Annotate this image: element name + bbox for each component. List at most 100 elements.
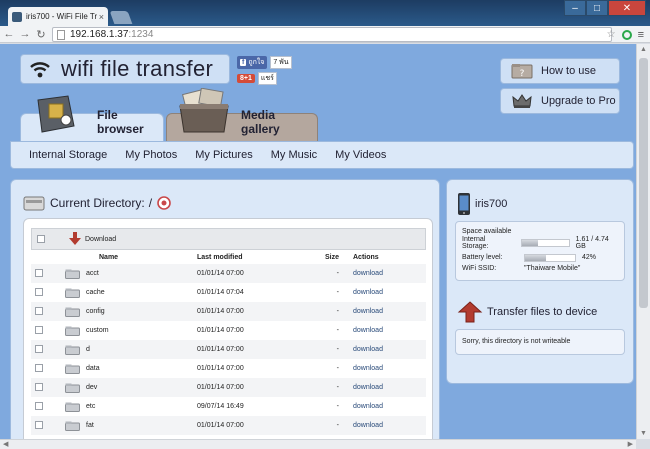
file-name[interactable]: fat xyxy=(86,422,94,429)
browser-tab[interactable]: iris700 - WiFi File Transfe × xyxy=(8,7,108,26)
file-name[interactable]: dev xyxy=(86,384,97,391)
wifi-icon xyxy=(30,62,50,78)
file-name[interactable]: etc xyxy=(86,403,95,410)
table-body: acct 01/01/14 07:00 - download cache 01/01/14… xyxy=(31,264,426,435)
folder-icon xyxy=(65,402,80,412)
scroll-down-icon[interactable]: ▼ xyxy=(640,430,647,437)
download-link[interactable]: download xyxy=(353,327,383,334)
scroll-right-icon[interactable]: ▶ xyxy=(628,440,633,448)
file-modified: 01/01/14 07:00 xyxy=(197,327,244,334)
folder-icon xyxy=(65,288,80,298)
row-checkbox[interactable] xyxy=(35,306,43,315)
file-size: - xyxy=(336,289,339,296)
download-link[interactable]: download xyxy=(353,308,383,315)
url-host: 192.168.1.37 xyxy=(70,29,129,40)
back-icon[interactable]: ← xyxy=(2,28,16,40)
download-button[interactable]: Download xyxy=(69,232,116,246)
row-checkbox[interactable] xyxy=(35,401,43,410)
table-row[interactable]: custom 01/01/14 07:00 - download xyxy=(31,321,426,340)
download-link[interactable]: download xyxy=(353,289,383,296)
upgrade-to-pro-button[interactable]: Upgrade to Pro xyxy=(500,88,620,114)
horizontal-scrollbar[interactable]: ◀ ▶ xyxy=(0,439,636,449)
file-name[interactable]: data xyxy=(86,365,100,372)
close-tab-icon[interactable]: × xyxy=(99,12,104,22)
device-panel: iris700 Space available Internal Storage… xyxy=(446,179,634,384)
table-row[interactable]: cache 01/01/14 07:04 - download xyxy=(31,283,426,302)
row-checkbox[interactable] xyxy=(35,363,43,372)
browser-menu-icon[interactable]: ≡ xyxy=(638,29,644,41)
bookmark-star-icon[interactable]: ☆ xyxy=(607,29,616,40)
table-toolbar: Download xyxy=(31,228,426,250)
maximize-button[interactable]: □ xyxy=(586,0,608,16)
minimize-button[interactable]: – xyxy=(564,0,586,16)
folder-help-icon: ? xyxy=(511,64,533,79)
download-link[interactable]: download xyxy=(353,365,383,372)
google-plus-share[interactable]: แชร์ xyxy=(257,72,277,85)
address-bar[interactable]: 192.168.1.37:1234 xyxy=(52,27,612,42)
refresh-icon[interactable] xyxy=(157,196,171,210)
file-size: - xyxy=(336,403,339,410)
download-link[interactable]: download xyxy=(353,346,383,353)
vertical-scrollbar[interactable]: ▲ ▼ xyxy=(636,44,650,439)
scroll-up-icon[interactable]: ▲ xyxy=(640,46,647,53)
row-checkbox[interactable] xyxy=(35,382,43,391)
facebook-icon: f xyxy=(240,59,247,66)
download-link[interactable]: download xyxy=(353,422,383,429)
file-size: - xyxy=(336,365,339,372)
subnav-my-music[interactable]: My Music xyxy=(271,149,317,161)
file-name[interactable]: custom xyxy=(86,327,109,334)
row-checkbox[interactable] xyxy=(35,344,43,353)
table-row[interactable]: fat 01/01/14 07:00 - download xyxy=(31,416,426,435)
google-plus-button[interactable]: 8+1 xyxy=(237,74,255,83)
col-size[interactable]: Size xyxy=(297,254,345,261)
forward-icon[interactable]: → xyxy=(18,28,32,40)
row-checkbox[interactable] xyxy=(35,325,43,334)
download-link[interactable]: download xyxy=(353,270,383,277)
select-all-checkbox[interactable] xyxy=(37,235,45,243)
file-name[interactable]: d xyxy=(86,346,90,353)
how-to-use-button[interactable]: ? How to use xyxy=(500,58,620,84)
file-browser-panel: Current Directory: / Download Name Last … xyxy=(10,179,440,439)
row-checkbox[interactable] xyxy=(35,420,43,429)
reload-icon[interactable]: ↻ xyxy=(34,28,48,41)
col-name[interactable]: Name xyxy=(65,254,197,261)
table-row[interactable]: data 01/01/14 07:00 - download xyxy=(31,359,426,378)
new-tab-button[interactable] xyxy=(109,11,133,24)
facebook-like-button[interactable]: f ถูกใจ xyxy=(237,56,268,69)
close-window-button[interactable]: ✕ xyxy=(608,0,646,16)
subnav-internal-storage[interactable]: Internal Storage xyxy=(29,149,107,161)
transfer-header: Transfer files to device xyxy=(457,300,597,324)
folder-icon xyxy=(65,326,80,336)
file-name[interactable]: cache xyxy=(86,289,105,296)
subnav-my-videos[interactable]: My Videos xyxy=(335,149,386,161)
download-link[interactable]: download xyxy=(353,384,383,391)
site-favicon-icon xyxy=(12,11,22,22)
window-titlebar: iris700 - WiFi File Transfe × – □ ✕ xyxy=(0,0,650,26)
file-size: - xyxy=(336,327,339,334)
subnav-my-photos[interactable]: My Photos xyxy=(125,149,177,161)
table-row[interactable]: dev 01/01/14 07:00 - download xyxy=(31,378,426,397)
scroll-left-icon[interactable]: ◀ xyxy=(3,440,8,448)
page-content: wifi file transfer f ถูกใจ 7 พัน 8+1 แชร์… xyxy=(0,44,636,439)
download-link[interactable]: download xyxy=(353,403,383,410)
file-name[interactable]: config xyxy=(86,308,105,315)
table-row[interactable]: acct 01/01/14 07:00 - download xyxy=(31,264,426,283)
drive-icon xyxy=(23,196,45,211)
file-modified: 01/01/14 07:00 xyxy=(197,270,244,277)
col-modified[interactable]: Last modified xyxy=(197,254,297,261)
folder-icon xyxy=(65,364,80,374)
table-row[interactable]: etc 09/07/14 16:49 - download xyxy=(31,397,426,416)
subnav-my-pictures[interactable]: My Pictures xyxy=(195,149,252,161)
table-row[interactable]: d 01/01/14 07:00 - download xyxy=(31,340,426,359)
file-name[interactable]: acct xyxy=(86,270,99,277)
battery-value: 42% xyxy=(582,254,597,261)
extension-icon[interactable] xyxy=(621,29,632,40)
file-modified: 01/01/14 07:00 xyxy=(197,422,244,429)
file-modified: 09/07/14 16:49 xyxy=(197,403,244,410)
row-checkbox[interactable] xyxy=(35,268,43,277)
current-directory-path[interactable]: / xyxy=(149,196,152,210)
scrollbar-thumb[interactable] xyxy=(639,58,648,308)
row-checkbox[interactable] xyxy=(35,287,43,296)
table-row[interactable]: config 01/01/14 07:00 - download xyxy=(31,302,426,321)
page-icon xyxy=(57,29,65,40)
